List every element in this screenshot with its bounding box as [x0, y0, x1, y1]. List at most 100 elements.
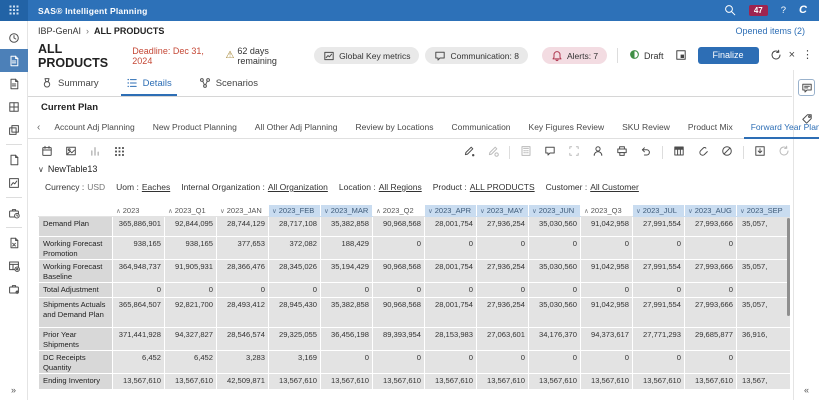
filter-value[interactable]: All Regions — [379, 182, 422, 192]
finalize-button[interactable]: Finalize — [698, 47, 759, 64]
subtab-account-adj-planning[interactable]: Account Adj Planning — [45, 116, 143, 138]
toolbar-refresh-button[interactable] — [778, 145, 790, 159]
cell-working-forecast-baseline-2023-apr[interactable]: 28,001,754 — [425, 260, 477, 283]
toolbar-expand-button[interactable] — [568, 145, 580, 159]
sidebar-item-plan-document[interactable] — [0, 49, 28, 72]
cell-demand-plan-2023-q1[interactable]: 92,844,095 — [165, 217, 217, 237]
sidebar-item-copy[interactable] — [0, 118, 28, 141]
column-header-2023-sep[interactable]: ∨2023_SEP — [737, 205, 791, 217]
column-header-2023-q1[interactable]: ∧2023_Q1 — [165, 205, 217, 217]
column-header-2023-feb[interactable]: ∨2023_FEB — [269, 205, 321, 217]
toolbar-paperclip-button[interactable] — [697, 145, 709, 159]
more-options-icon[interactable]: ⋮ — [802, 50, 813, 61]
cell-working-forecast-promotion-2023-jul[interactable]: 0 — [633, 237, 685, 260]
subtab-new-product-planning[interactable]: New Product Planning — [144, 116, 246, 138]
subtab-scroll-left[interactable]: ‹ — [32, 122, 45, 133]
cell-prior-year-shipments-2023-apr[interactable]: 28,153,983 — [425, 328, 477, 351]
toolbar-image-button[interactable] — [65, 145, 77, 159]
cell-total-adjustment-2023-mar[interactable]: 0 — [321, 283, 373, 298]
cell-prior-year-shipments-2023-aug[interactable]: 29,685,877 — [685, 328, 737, 351]
sidebar-item-briefcase-export[interactable] — [0, 277, 28, 300]
cell-dc-receipts-quantity-2023-jul[interactable]: 0 — [633, 351, 685, 374]
cell-demand-plan-2023-feb[interactable]: 28,717,108 — [269, 217, 321, 237]
pill-global-key-metrics[interactable]: Global Key metrics — [314, 47, 419, 64]
toolbar-export-button[interactable] — [754, 145, 766, 159]
sidebar-item-briefcase-clock[interactable] — [0, 201, 28, 224]
tab-scenarios[interactable]: Scenarios — [199, 77, 258, 96]
cell-ending-inventory-2023-q1[interactable]: 13,567,610 — [165, 373, 217, 389]
toolbar-edit-settings-button[interactable] — [487, 145, 499, 159]
notification-badge[interactable]: 47 — [749, 5, 768, 16]
cell-dc-receipts-quantity-2023-aug[interactable]: 0 — [685, 351, 737, 374]
cell-total-adjustment-2023-feb[interactable]: 0 — [269, 283, 321, 298]
opened-items-link[interactable]: Opened items (2) — [735, 26, 805, 36]
cell-ending-inventory-2023-aug[interactable]: 13,567,610 — [685, 373, 737, 389]
cell-working-forecast-baseline-2023-sep[interactable]: 35,057, — [737, 260, 791, 283]
cell-shipments-actuals-and-demand-plan-2023-jun[interactable]: 35,030,560 — [529, 298, 581, 328]
avatar[interactable]: C — [799, 5, 807, 16]
cell-shipments-actuals-and-demand-plan-2023-may[interactable]: 27,936,254 — [477, 298, 529, 328]
subtab-communication[interactable]: Communication — [442, 116, 519, 138]
subtab-all-other-adj-planning[interactable]: All Other Adj Planning — [246, 116, 347, 138]
cell-ending-inventory-2023-may[interactable]: 13,567,610 — [477, 373, 529, 389]
cell-dc-receipts-quantity-2023-may[interactable]: 0 — [477, 351, 529, 374]
toolbar-undo-button[interactable] — [640, 145, 652, 159]
cell-working-forecast-promotion-2023-mar[interactable]: 188,429 — [321, 237, 373, 260]
cell-working-forecast-promotion-2023-q2[interactable]: 0 — [373, 237, 425, 260]
column-header-2023-q2[interactable]: ∧2023_Q2 — [373, 205, 425, 217]
cell-dc-receipts-quantity-2023-q1[interactable]: 6,452 — [165, 351, 217, 374]
cell-working-forecast-baseline-2023-may[interactable]: 27,936,254 — [477, 260, 529, 283]
cell-total-adjustment-2023-may[interactable]: 0 — [477, 283, 529, 298]
cell-ending-inventory-2023-mar[interactable]: 13,567,610 — [321, 373, 373, 389]
column-header-2023-jul[interactable]: ∨2023_JUL — [633, 205, 685, 217]
toolbar-grid-dots-button[interactable] — [113, 145, 125, 159]
cell-ending-inventory-2023-q2[interactable]: 13,567,610 — [373, 373, 425, 389]
expand-sidebar-icon[interactable]: » — [11, 385, 16, 395]
cell-prior-year-shipments-2023-sep[interactable]: 36,916, — [737, 328, 791, 351]
subtab-sku-review[interactable]: SKU Review — [613, 116, 679, 138]
toolbar-comment-button[interactable] — [544, 145, 556, 159]
cell-dc-receipts-quantity-2023-feb[interactable]: 3,169 — [269, 351, 321, 374]
cell-total-adjustment-2023-jul[interactable]: 0 — [633, 283, 685, 298]
toolbar-calendar-button[interactable] — [41, 145, 53, 159]
cell-shipments-actuals-and-demand-plan-2023-jan[interactable]: 28,493,412 — [217, 298, 269, 328]
cell-demand-plan-2023-q2[interactable]: 90,968,568 — [373, 217, 425, 237]
subtab-review-by-locations[interactable]: Review by Locations — [347, 116, 443, 138]
cell-prior-year-shipments-2023-q2[interactable]: 89,393,954 — [373, 328, 425, 351]
cell-prior-year-shipments-2023-feb[interactable]: 29,325,055 — [269, 328, 321, 351]
cell-working-forecast-baseline-2023-aug[interactable]: 27,993,666 — [685, 260, 737, 283]
cell-ending-inventory-2023[interactable]: 13,567,610 — [113, 373, 165, 389]
cell-shipments-actuals-and-demand-plan-2023-q3[interactable]: 91,042,958 — [581, 298, 633, 328]
cell-working-forecast-baseline-2023-feb[interactable]: 28,345,026 — [269, 260, 321, 283]
column-header-2023-jun[interactable]: ∨2023_JUN — [529, 205, 581, 217]
cell-working-forecast-promotion-2023-aug[interactable]: 0 — [685, 237, 737, 260]
toolbar-calculator-button[interactable] — [520, 145, 532, 159]
cell-ending-inventory-2023-feb[interactable]: 13,567,610 — [269, 373, 321, 389]
filter-value[interactable]: Eaches — [142, 182, 170, 192]
cell-working-forecast-promotion-2023-sep[interactable] — [737, 237, 791, 260]
filter-value[interactable]: All Organization — [268, 182, 328, 192]
column-header-2023-mar[interactable]: ∨2023_MAR — [321, 205, 373, 217]
cell-working-forecast-promotion-2023-jun[interactable]: 0 — [529, 237, 581, 260]
cell-dc-receipts-quantity-2023-q3[interactable]: 0 — [581, 351, 633, 374]
filter-value[interactable]: All Customer — [590, 182, 639, 192]
filter-value[interactable]: ALL PRODUCTS — [470, 182, 535, 192]
cell-demand-plan-2023-jan[interactable]: 28,744,129 — [217, 217, 269, 237]
cell-total-adjustment-2023-q2[interactable]: 0 — [373, 283, 425, 298]
cell-prior-year-shipments-2023-mar[interactable]: 36,456,198 — [321, 328, 373, 351]
subtab-product-mix[interactable]: Product Mix — [679, 116, 742, 138]
cell-shipments-actuals-and-demand-plan-2023-mar[interactable]: 35,382,858 — [321, 298, 373, 328]
column-header-2023-jan[interactable]: ∨2023_JAN — [217, 205, 269, 217]
cell-shipments-actuals-and-demand-plan-2023-q2[interactable]: 90,968,568 — [373, 298, 425, 328]
sidebar-item-chart[interactable] — [0, 171, 28, 194]
cell-shipments-actuals-and-demand-plan-2023-aug[interactable]: 27,993,666 — [685, 298, 737, 328]
cell-shipments-actuals-and-demand-plan-2023[interactable]: 365,864,507 — [113, 298, 165, 328]
cell-working-forecast-baseline-2023-mar[interactable]: 35,194,429 — [321, 260, 373, 283]
cell-working-forecast-promotion-2023-feb[interactable]: 372,082 — [269, 237, 321, 260]
sidebar-item-blank-document[interactable] — [0, 148, 28, 171]
refresh-button[interactable] — [770, 49, 782, 63]
snapshot-button[interactable] — [675, 49, 687, 63]
app-launcher-button[interactable] — [0, 0, 28, 21]
sidebar-item-history[interactable] — [0, 26, 28, 49]
cell-working-forecast-baseline-2023-q2[interactable]: 90,968,568 — [373, 260, 425, 283]
